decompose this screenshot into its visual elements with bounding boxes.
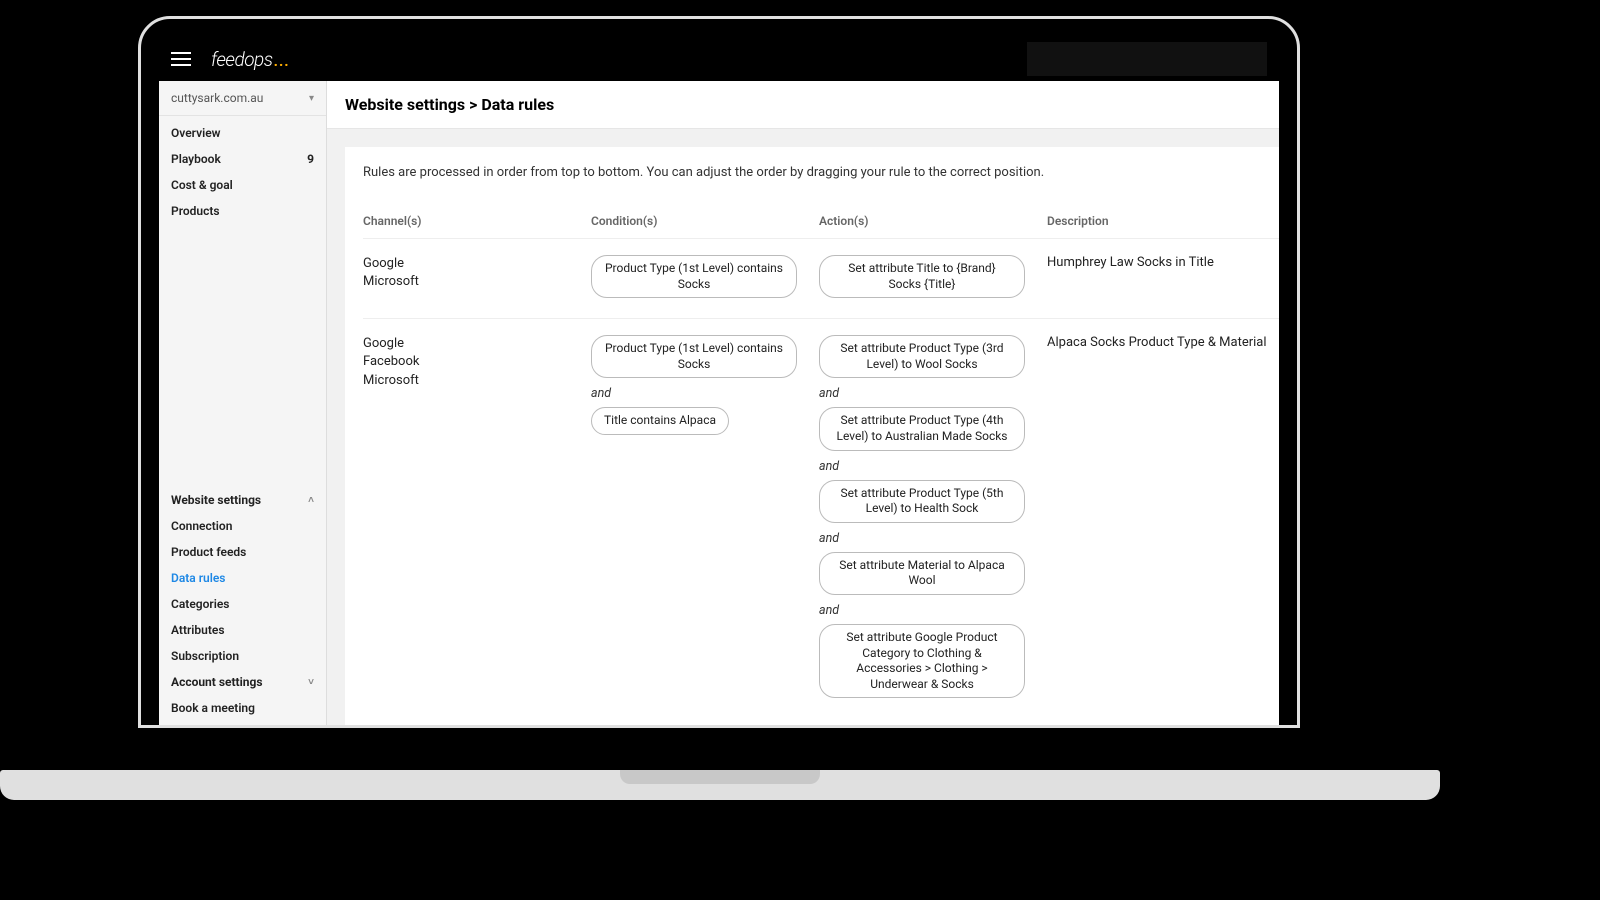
rule-conditions: Product Type (1st Level) contains Socks — [591, 255, 819, 302]
sidebar: cuttysark.com.au ▾ Overview Playbook 9 C… — [159, 81, 327, 725]
rule-channels: Google Microsoft — [363, 255, 591, 302]
rule-description: Humphrey Law Socks in Title — [1047, 255, 1279, 302]
sidebar-item-book-meeting[interactable]: Book a meeting — [159, 695, 326, 721]
condition-pill[interactable]: Product Type (1st Level) contains Socks — [591, 255, 797, 298]
rules-card: Rules are processed in order from top to… — [345, 147, 1279, 725]
rule-conditions: Product Type (1st Level) contains Socks … — [591, 335, 819, 702]
header-channels: Channel(s) — [363, 214, 591, 228]
channel-label: Google — [363, 255, 591, 273]
action-pill[interactable]: Set attribute Google Product Category to… — [819, 624, 1025, 698]
main-content: Website settings > Data rules Rules are … — [327, 81, 1279, 725]
top-bar: feedops... — [159, 37, 1279, 81]
action-pill[interactable]: Set attribute Product Type (4th Level) t… — [819, 407, 1025, 450]
sidebar-item-cost-goal[interactable]: Cost & goal — [159, 172, 326, 198]
intro-text: Rules are processed in order from top to… — [363, 165, 1279, 180]
menu-icon[interactable] — [171, 52, 191, 66]
condition-pill[interactable]: Product Type (1st Level) contains Socks — [591, 335, 797, 378]
condition-conjunction: and — [591, 382, 819, 407]
sidebar-item-label: Products — [171, 204, 220, 218]
rule-row[interactable]: Google Microsoft Product Type (1st Level… — [363, 238, 1279, 318]
action-pill[interactable]: Set attribute Title to {Brand} Socks {Ti… — [819, 255, 1025, 298]
site-selector-value: cuttysark.com.au — [171, 91, 263, 105]
rule-description: Alpaca Socks Product Type & Material — [1047, 335, 1279, 702]
sidebar-item-account-settings[interactable]: Account settings ˅ — [159, 669, 326, 695]
action-conjunction: and — [819, 455, 1047, 480]
topbar-right-region — [1027, 42, 1267, 76]
sidebar-item-attributes[interactable]: Attributes — [159, 617, 326, 643]
intro-prefix: Rules are processed in order from top to… — [363, 165, 807, 180]
nav-bottom-group: Website settings ˄ Connection Product fe… — [159, 487, 326, 725]
playbook-badge: 9 — [307, 152, 314, 166]
sidebar-item-product-feeds[interactable]: Product feeds — [159, 539, 326, 565]
rule-actions: Set attribute Product Type (3rd Level) t… — [819, 335, 1047, 702]
sidebar-item-categories[interactable]: Categories — [159, 591, 326, 617]
channel-label: Facebook — [363, 353, 591, 371]
channel-label: Microsoft — [363, 372, 591, 390]
action-conjunction: and — [819, 382, 1047, 407]
sidebar-item-label: Overview — [171, 126, 221, 140]
channel-label: Microsoft — [363, 273, 591, 291]
sidebar-item-label: Playbook — [171, 152, 221, 166]
intro-emphasis: dragging your rule to the correct positi… — [807, 165, 1045, 180]
brand-accent-dots: ... — [274, 52, 290, 70]
header-conditions: Condition(s) — [591, 214, 819, 228]
rule-channels: Google Facebook Microsoft — [363, 335, 591, 702]
content-area: Rules are processed in order from top to… — [327, 129, 1279, 725]
brand-name: feedops — [211, 48, 273, 71]
nav-top-group: Overview Playbook 9 Cost & goal Products — [159, 116, 326, 228]
rule-actions: Set attribute Title to {Brand} Socks {Ti… — [819, 255, 1047, 302]
action-pill[interactable]: Set attribute Product Type (3rd Level) t… — [819, 335, 1025, 378]
sidebar-item-label: Account settings — [171, 675, 263, 689]
app-body: cuttysark.com.au ▾ Overview Playbook 9 C… — [159, 81, 1279, 725]
action-pill[interactable]: Set attribute Material to Alpaca Wool — [819, 552, 1025, 595]
sidebar-item-data-rules[interactable]: Data rules — [159, 565, 326, 591]
sidebar-item-products[interactable]: Products — [159, 198, 326, 224]
laptop-notch — [620, 770, 820, 784]
page-title: Website settings > Data rules — [327, 81, 1279, 129]
chevron-down-icon: ▾ — [309, 93, 314, 104]
sidebar-item-website-settings[interactable]: Website settings ˄ — [159, 487, 326, 513]
action-conjunction: and — [819, 527, 1047, 552]
sidebar-item-label: Cost & goal — [171, 178, 233, 192]
action-pill[interactable]: Set attribute Product Type (5th Level) t… — [819, 480, 1025, 523]
sidebar-item-playbook[interactable]: Playbook 9 — [159, 146, 326, 172]
action-conjunction: and — [819, 599, 1047, 624]
sidebar-item-connection[interactable]: Connection — [159, 513, 326, 539]
header-description: Description — [1047, 214, 1279, 228]
sidebar-item-overview[interactable]: Overview — [159, 120, 326, 146]
table-header-row: Channel(s) Condition(s) Action(s) Descri… — [363, 214, 1279, 238]
header-actions: Action(s) — [819, 214, 1047, 228]
app-screen: feedops... cuttysark.com.au ▾ Overview P… — [159, 37, 1279, 725]
sidebar-item-label: Website settings — [171, 493, 261, 507]
chevron-down-icon: ˅ — [308, 677, 314, 688]
channel-label: Google — [363, 335, 591, 353]
chevron-up-icon: ˄ — [308, 495, 314, 506]
condition-pill[interactable]: Title contains Alpaca — [591, 407, 729, 435]
brand-logo: feedops... — [211, 48, 290, 71]
sidebar-item-subscription[interactable]: Subscription — [159, 643, 326, 669]
site-selector[interactable]: cuttysark.com.au ▾ — [159, 81, 326, 116]
rule-row[interactable]: Google Facebook Microsoft Product Type (… — [363, 318, 1279, 718]
laptop-frame: feedops... cuttysark.com.au ▾ Overview P… — [138, 16, 1300, 728]
